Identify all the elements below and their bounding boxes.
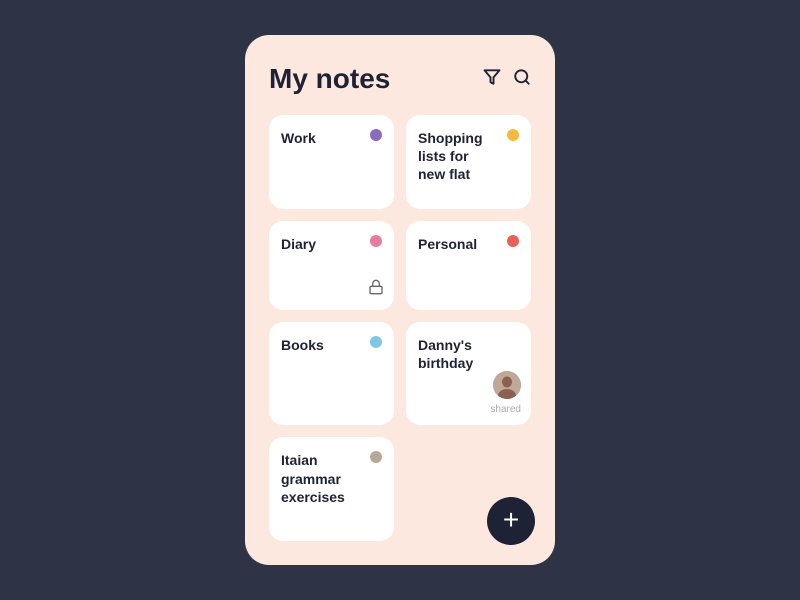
note-card-work[interactable]: Work: [269, 115, 394, 209]
note-card-shopping[interactable]: Shopping lists for new flat: [406, 115, 531, 209]
note-card-books[interactable]: Books: [269, 322, 394, 426]
note-title-shopping: Shopping lists for new flat: [418, 129, 519, 184]
add-note-button[interactable]: +: [487, 497, 535, 545]
note-card-personal[interactable]: Personal: [406, 221, 531, 310]
note-card-diary[interactable]: Diary: [269, 221, 394, 310]
note-dot-work: [370, 129, 382, 141]
lock-icon: [368, 279, 384, 300]
avatar-image: [493, 371, 521, 399]
app-container: My notes Work Shopping lists for new fla: [245, 35, 555, 565]
note-title-work: Work: [281, 129, 382, 147]
shared-label: shared: [490, 404, 521, 415]
header: My notes: [269, 63, 531, 95]
note-title-diary: Diary: [281, 235, 382, 253]
note-title-danny: Danny's birthday: [418, 336, 519, 372]
avatar: [493, 371, 521, 399]
note-title-italian: Itaian grammar exercises: [281, 451, 382, 506]
note-dot-shopping: [507, 129, 519, 141]
header-icons: [483, 68, 531, 91]
page-title: My notes: [269, 63, 390, 95]
notes-grid: Work Shopping lists for new flat Diary P…: [269, 115, 531, 541]
search-icon[interactable]: [513, 68, 531, 91]
note-card-italian[interactable]: Itaian grammar exercises: [269, 437, 394, 541]
note-title-personal: Personal: [418, 235, 519, 253]
note-card-danny[interactable]: Danny's birthday shared: [406, 322, 531, 426]
note-title-books: Books: [281, 336, 382, 354]
note-dot-books: [370, 336, 382, 348]
filter-icon[interactable]: [483, 68, 501, 91]
